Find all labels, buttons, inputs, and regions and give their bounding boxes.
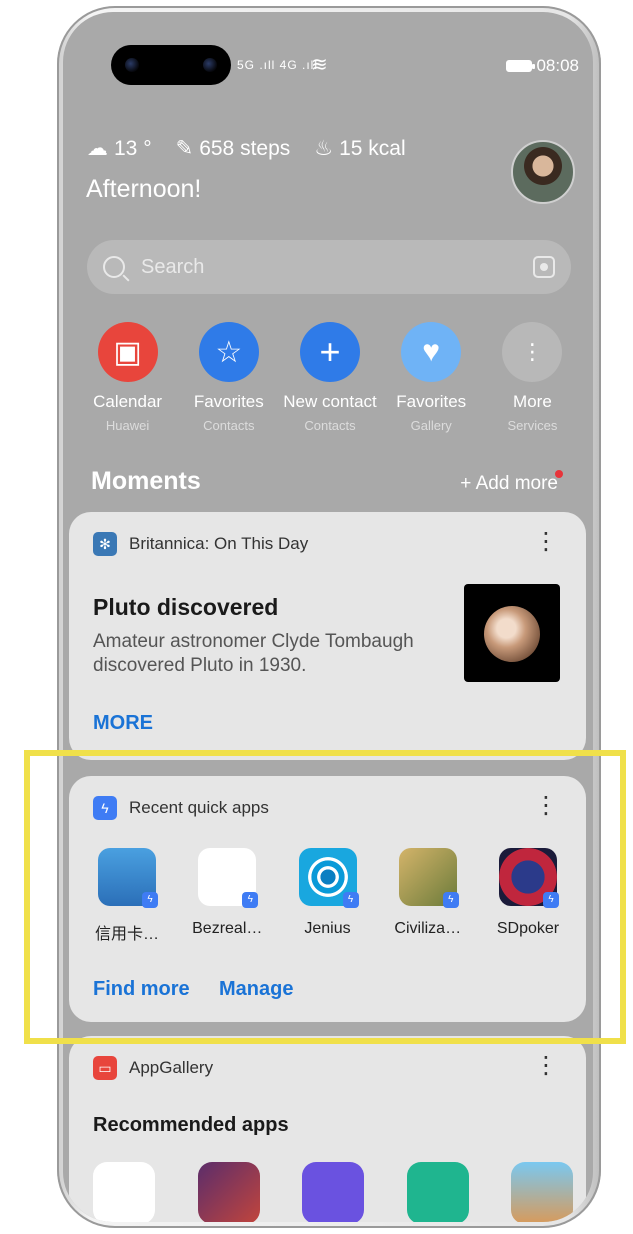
shortcuts-row: ▣ Calendar Huawei ☆ Favorites Contacts +… (77, 322, 583, 433)
recommended-app-icon[interactable] (302, 1162, 364, 1222)
steps-stat[interactable]: ✎ 658 steps (176, 136, 291, 161)
shortcut-favorites-contacts[interactable]: ☆ Favorites Contacts (178, 322, 279, 433)
calendar-icon: ▣ (97, 322, 158, 382)
greeting: Afternoon! (86, 175, 202, 203)
stats-row[interactable]: ☁ 13 ° ✎ 658 steps ♨ 15 kcal (87, 136, 406, 161)
avatar[interactable] (511, 140, 575, 204)
shoe-icon: ✎ (175, 137, 194, 160)
wifi-icon: ≋ (311, 54, 329, 76)
card-title: Pluto discovered (93, 594, 279, 620)
recommended-app-icon[interactable] (93, 1162, 155, 1222)
shortcut-more[interactable]: ⋮ More Services (482, 322, 583, 433)
card-menu-icon[interactable]: ⋮ (534, 530, 558, 554)
front-camera-icon (203, 58, 217, 72)
status-time: 08:08 (536, 56, 579, 75)
highlight-box (24, 750, 626, 1044)
status-right: 08:08 (506, 56, 579, 76)
add-more-button[interactable]: + Add more (460, 473, 558, 495)
appgallery-icon: ▭ (93, 1056, 117, 1080)
calories-stat[interactable]: ♨ 15 kcal (314, 136, 405, 161)
card-header: ▭ AppGallery (93, 1056, 213, 1080)
moments-title: Moments (91, 467, 201, 495)
weather-stat[interactable]: ☁ 13 ° (87, 136, 152, 161)
appgallery-card: ▭ AppGallery ⋮ Recommended apps (69, 1036, 586, 1222)
weather-icon: ☁ (87, 137, 108, 160)
notification-dot (555, 470, 563, 478)
shortcut-new-contact[interactable]: + New contact Contacts (279, 322, 380, 433)
signal-indicators: 5G .ıll 4G .ıll (237, 58, 319, 72)
heart-icon: ♥ (401, 322, 462, 382)
recommended-apps-row (93, 1162, 573, 1222)
search-icon (103, 256, 125, 278)
recommended-app-icon[interactable] (197, 1162, 260, 1222)
search-placeholder: Search (141, 255, 205, 278)
shortcut-calendar[interactable]: ▣ Calendar Huawei (77, 322, 178, 433)
card-menu-icon[interactable]: ⋮ (534, 1054, 558, 1078)
recommended-app-icon[interactable] (406, 1162, 469, 1222)
shortcut-favorites-gallery[interactable]: ♥ Favorites Gallery (381, 322, 482, 433)
plus-icon: + (300, 322, 360, 382)
card-header: ✻ Britannica: On This Day (93, 532, 308, 556)
front-camera-icon (125, 58, 139, 72)
britannica-card[interactable]: ✻ Britannica: On This Day ⋮ Pluto discov… (69, 512, 586, 760)
more-link[interactable]: MORE (93, 712, 153, 735)
britannica-icon: ✻ (93, 532, 117, 556)
pluto-image (464, 584, 560, 682)
camera-cutout (111, 45, 231, 85)
more-icon: ⋮ (502, 322, 563, 382)
card-description: Amateur astronomer Clyde Tombaugh discov… (93, 631, 414, 676)
recommended-app-icon[interactable] (511, 1162, 573, 1222)
battery-icon (506, 60, 536, 72)
recommended-title: Recommended apps (93, 1114, 289, 1136)
scan-icon[interactable] (533, 256, 555, 278)
flame-icon: ♨ (314, 137, 334, 160)
search-bar[interactable]: Search (87, 240, 571, 294)
star-icon: ☆ (198, 322, 259, 382)
